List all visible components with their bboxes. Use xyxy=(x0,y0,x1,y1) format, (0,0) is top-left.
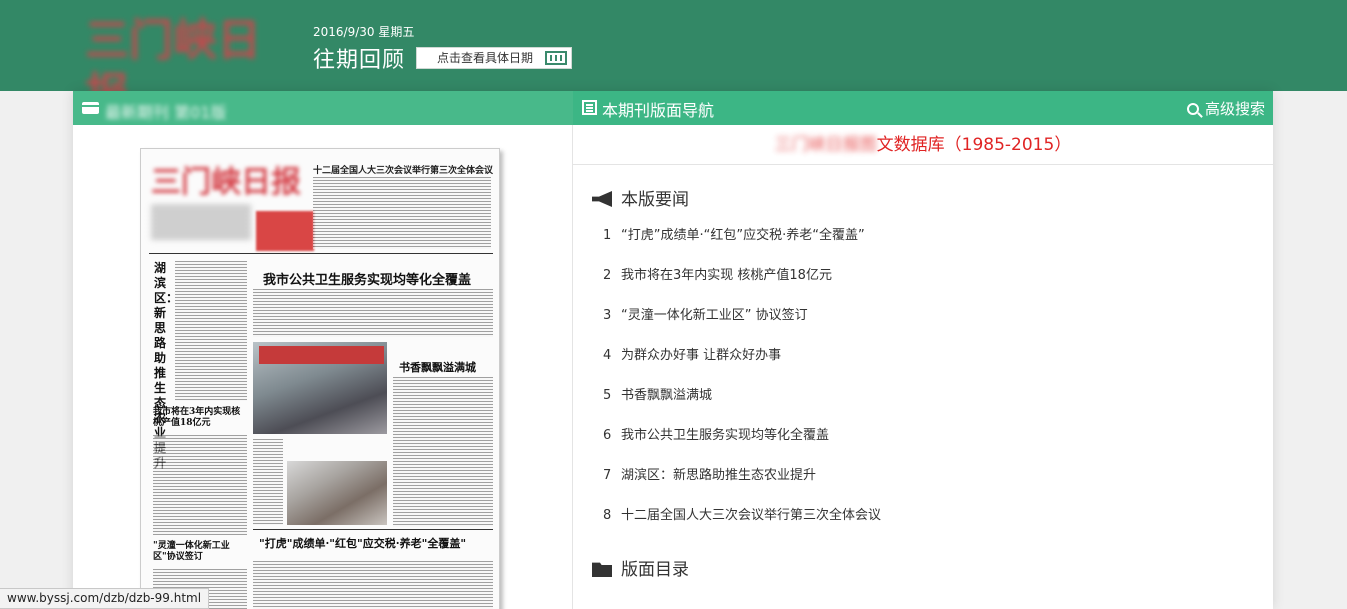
page-nav-bar: 本期刊版面导航 高级搜索 xyxy=(573,91,1273,125)
news-photo-1 xyxy=(253,342,387,434)
news-number: 3 xyxy=(603,308,612,323)
section-catalog-heading: 版面目录 xyxy=(592,555,689,580)
news-item-3[interactable]: 3 “灵潼一体化新工业区” 协议签订 xyxy=(603,296,881,336)
news-number: 5 xyxy=(603,388,612,403)
newspaper-page-thumbnail[interactable]: 三门峡日报 十二届全国人大三次会议举行第三次全体会议 我市公共卫生服务实现均等化… xyxy=(140,148,500,609)
date-picker-label: 点击查看具体日期 xyxy=(437,51,534,65)
status-bar-url: www.byssj.com/dzb/dzb-99.html xyxy=(0,588,210,609)
news-title: 我市将在3年内实现 核桃产值18亿元 xyxy=(621,268,832,283)
card-icon xyxy=(82,102,99,114)
news-item-6[interactable]: 6 我市公共卫生服务实现均等化全覆盖 xyxy=(603,416,881,456)
news-item-1[interactable]: 1 “打虎”成绩单·“红包”应交税·养老“全覆盖” xyxy=(603,216,881,256)
text-column xyxy=(175,261,247,401)
news-number: 7 xyxy=(603,468,612,483)
megaphone-icon xyxy=(592,191,612,207)
news-number: 6 xyxy=(603,428,612,443)
page-title: 往期回顾 xyxy=(313,48,406,73)
news-title: 我市公共卫生服务实现均等化全覆盖 xyxy=(621,428,830,443)
paper-headline-main: 我市公共卫生服务实现均等化全覆盖 xyxy=(263,273,472,288)
news-item-8[interactable]: 8 十二届全国人大三次会议举行第三次全体会议 xyxy=(603,496,881,536)
paper-masthead: 三门峡日报 xyxy=(151,165,301,200)
search-icon xyxy=(1186,103,1199,115)
news-number: 1 xyxy=(603,228,612,243)
latest-issue-title: 最新期刊 第01版 xyxy=(105,103,227,122)
news-item-5[interactable]: 5 书香飘飘溢满城 xyxy=(603,376,881,416)
rule-line xyxy=(253,529,493,530)
news-item-7[interactable]: 7 湖滨区：新思路助推生态农业提升 xyxy=(603,456,881,496)
database-title-text: 文数据库（1985-2015） xyxy=(876,135,1072,155)
database-title-blurred: 三门峡日报图 xyxy=(774,135,877,155)
news-number: 4 xyxy=(603,348,612,363)
news-item-4[interactable]: 4 为群众办好事 让群众好办事 xyxy=(603,336,881,376)
paper-right-headline: 书香飘飘溢满城 xyxy=(399,361,476,374)
date-picker-button[interactable]: 点击查看具体日期 xyxy=(416,47,572,69)
calendar-icon[interactable] xyxy=(545,51,567,65)
list-icon xyxy=(582,100,597,115)
text-column xyxy=(393,377,493,527)
main-frame: 最新期刊 第01版 本期刊版面导航 高级搜索 三门峡日报 十二届全国人大三次会议… xyxy=(73,91,1273,609)
section-catalog-label: 版面目录 xyxy=(621,560,689,580)
folder-icon xyxy=(592,562,612,577)
paper-side-headline-2: "灵潼一体化新工业区"协议签订 xyxy=(153,541,230,562)
page-nav-title: 本期刊版面导航 xyxy=(602,101,715,120)
section-news-heading: 本版要闻 xyxy=(592,185,689,210)
news-item-2[interactable]: 2 我市将在3年内实现 核桃产值18亿元 xyxy=(603,256,881,296)
text-column xyxy=(253,439,283,525)
current-date: 2016/9/30 星期五 xyxy=(313,25,415,39)
paper-bottom-headline: "打虎"成绩单·"红包"应交税·养老"全覆盖" xyxy=(259,537,467,550)
news-number: 2 xyxy=(603,268,612,283)
red-ad-block xyxy=(256,211,314,251)
panel-divider xyxy=(572,125,573,609)
news-title: 为群众办好事 让群众好办事 xyxy=(621,348,782,363)
paper-side-headline: 我市将在3年内实现核桃产值18亿元 xyxy=(153,407,241,428)
news-title: 湖滨区：新思路助推生态农业提升 xyxy=(621,468,817,483)
news-title: 十二届全国人大三次会议举行第三次全体会议 xyxy=(621,508,882,523)
header-bar: 三门峡日报 2016/9/30 星期五 往期回顾 点击查看具体日期 xyxy=(0,0,1347,120)
news-list: 1 “打虎”成绩单·“红包”应交税·养老“全覆盖” 2 我市将在3年内实现 核桃产值… xyxy=(603,216,881,536)
news-title: 书香飘飘溢满城 xyxy=(621,388,713,403)
news-title: “灵潼一体化新工业区” 协议签订 xyxy=(621,308,808,323)
newspaper-logo[interactable]: 三门峡日报 xyxy=(85,14,297,120)
text-column xyxy=(313,177,491,249)
advanced-search-label: 高级搜索 xyxy=(1204,100,1265,118)
database-title[interactable]: 三门峡日报图文数据库（1985-2015） xyxy=(573,125,1273,165)
news-photo-2 xyxy=(287,461,387,525)
latest-issue-bar: 最新期刊 第01版 xyxy=(73,91,573,125)
text-column xyxy=(253,289,493,337)
rule-line xyxy=(149,253,493,254)
text-column xyxy=(153,435,247,535)
text-column xyxy=(253,561,493,609)
section-news-label: 本版要闻 xyxy=(621,190,689,210)
advanced-search-link[interactable]: 高级搜索 xyxy=(1186,98,1265,119)
blurred-masthead-text xyxy=(151,205,251,241)
news-number: 8 xyxy=(603,508,612,523)
news-title: “打虎”成绩单·“红包”应交税·养老“全覆盖” xyxy=(621,228,865,243)
paper-headline-top: 十二届全国人大三次会议举行第三次全体会议 xyxy=(313,166,494,176)
